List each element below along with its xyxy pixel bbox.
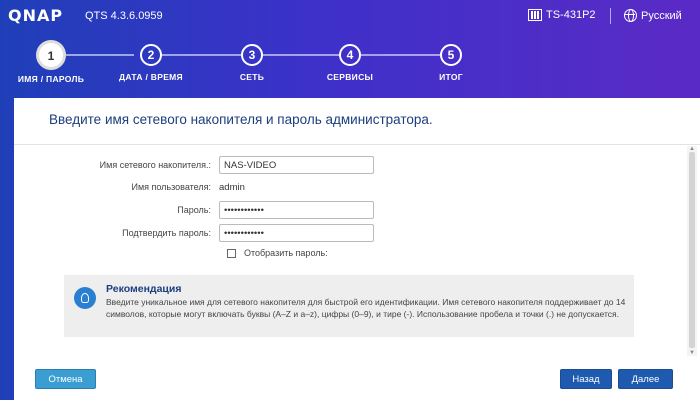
confirm-password-input[interactable]: •••••••••••• [219, 224, 374, 242]
header-divider [610, 8, 611, 24]
nas-name-input[interactable]: NAS-VIDEO [219, 156, 374, 174]
nas-device-icon [528, 9, 542, 21]
step-network: 3 СЕТЬ [202, 38, 302, 82]
device-model: TS-431P2 [528, 9, 596, 21]
step-number: 4 [339, 44, 361, 66]
password-input[interactable]: •••••••••••• [219, 201, 374, 219]
step-label: СЕРВИСЫ [326, 72, 374, 82]
step-number: 5 [440, 44, 462, 66]
step-label: ДАТА / ВРЕМЯ [119, 72, 183, 82]
scrollbar[interactable]: ▲ ▼ [687, 146, 697, 356]
firmware-version: QTS 4.3.6.0959 [85, 10, 163, 22]
step-number: 3 [241, 44, 263, 66]
wizard-stepper: 1 ИМЯ / ПАРОЛЬ 2 ДАТА / ВРЕМЯ 3 СЕТЬ 4 С… [0, 38, 700, 88]
scrollbar-thumb[interactable] [689, 152, 695, 348]
step-summary: 5 ИТОГ [401, 38, 501, 82]
recommendation-text: Введите уникальное имя для сетевого нако… [106, 297, 626, 319]
step-date-time: 2 ДАТА / ВРЕМЯ [101, 38, 201, 82]
lightbulb-icon [74, 287, 96, 309]
nas-name-row: Имя сетевого накопителя.: NAS-VIDEO [14, 156, 374, 174]
title-divider [14, 144, 700, 145]
show-password-row: Отобразить пароль: [227, 248, 328, 258]
recommendation-box: Рекомендация Введите уникальное имя для … [64, 275, 634, 337]
next-button[interactable]: Далее [618, 369, 673, 389]
globe-icon [624, 9, 637, 22]
username-value: admin [219, 181, 245, 193]
nas-name-label: Имя сетевого накопителя.: [99, 160, 211, 170]
password-label: Пароль: [177, 205, 211, 215]
language-selector[interactable]: Русский [624, 9, 682, 22]
step-name-password: 1 ИМЯ / ПАРОЛЬ [1, 38, 101, 84]
device-model-label: TS-431P2 [546, 9, 596, 21]
step-label: ИМЯ / ПАРОЛЬ [17, 74, 85, 84]
step-number: 2 [140, 44, 162, 66]
confirm-password-row: Подтвердить пароль: •••••••••••• [14, 224, 374, 242]
step-services: 4 СЕРВИСЫ [300, 38, 400, 82]
step-label: СЕТЬ [239, 72, 265, 82]
username-label: Имя пользователя: [131, 182, 211, 192]
username-row: Имя пользователя: admin [14, 178, 245, 196]
language-label: Русский [641, 9, 682, 22]
recommendation-title: Рекомендация [106, 283, 182, 295]
password-row: Пароль: •••••••••••• [14, 201, 374, 219]
show-password-checkbox[interactable] [227, 248, 236, 258]
step-label: ИТОГ [439, 72, 463, 82]
cancel-button[interactable]: Отмена [35, 369, 96, 389]
scroll-down-icon[interactable]: ▼ [689, 350, 695, 356]
page-title: Введите имя сетевого накопителя и пароль… [49, 112, 433, 127]
step-number: 1 [36, 40, 66, 70]
back-button[interactable]: Назад [560, 369, 612, 389]
confirm-password-label: Подтвердить пароль: [122, 228, 211, 238]
wizard-panel: Введите имя сетевого накопителя и пароль… [14, 98, 700, 400]
qnap-logo: QNAP [8, 6, 64, 25]
show-password-label: Отобразить пароль: [244, 248, 328, 258]
